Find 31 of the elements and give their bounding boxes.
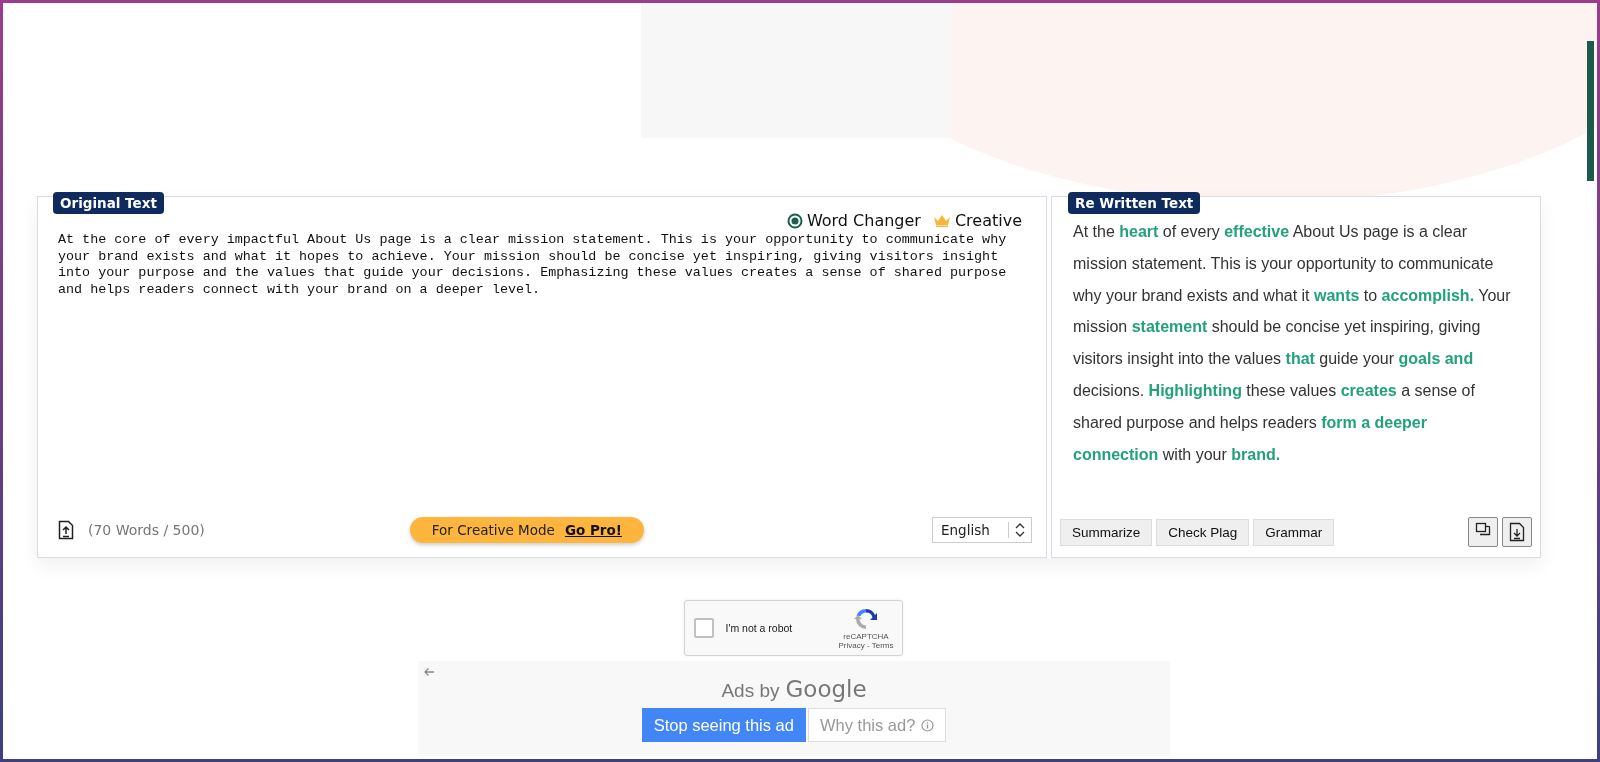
action-button[interactable]: Summarize (1060, 518, 1153, 546)
language-select[interactable]: English (932, 517, 1032, 543)
copy-button[interactable] (1468, 517, 1498, 547)
captcha-links[interactable]: Privacy - Terms (838, 641, 894, 650)
file-upload-icon[interactable] (58, 520, 74, 540)
info-icon (921, 718, 935, 732)
ads-by-label: Ads by (721, 680, 780, 702)
source-text[interactable]: At the core of every impactful About Us page is a clear mission statement. This is your opportunity to communicate why your brand exists and what it hopes to achieve. Your mission should be concise yet inspiring, giving visitors insight into your purpose and the values that guide your decisions. Emphasizing these values creates a sense of shared purpose and helps readers connect with your brand on a deeper level. (38, 230, 1046, 513)
recaptcha-logo-icon (853, 606, 879, 632)
panel-label: Original Text (53, 192, 164, 214)
download-button[interactable] (1502, 517, 1532, 547)
mode-option[interactable]: Word Changer (786, 211, 921, 230)
captcha-label: I'm not a robot (725, 622, 794, 634)
promo-text: For Creative Mode (431, 522, 555, 538)
mode-option[interactable]: Creative (932, 211, 1022, 230)
ad-network-logo: Google (785, 676, 867, 702)
rewritten-text: At the heart of every effective About Us page is a clear mission statement. This is your opportunity to communicate why your brand exists and what it wants to accomplish. Your mission statement should be concise yet inspiring, giving visitors insight into the values that guide your goals and decisions. Highlighting these values creates a sense of shared purpose and helps readers form a deeper connection with your brand. (1073, 222, 1512, 465)
back-arrow-icon[interactable] (423, 667, 435, 677)
stop-ad-button[interactable]: Stop seeing this ad (641, 708, 806, 742)
action-button[interactable]: Check Plag (1156, 518, 1250, 546)
panel-label: Re Written Text (1068, 192, 1201, 214)
download-file-icon (1509, 522, 1525, 542)
scrollbar-thumb[interactable] (1587, 41, 1594, 181)
captcha-checkbox[interactable] (693, 618, 714, 638)
radio-icon (786, 212, 803, 229)
word-count: (70 Words / 500) (88, 522, 205, 538)
crown-icon (932, 214, 951, 227)
captcha-brand: reCAPTCHA (843, 632, 889, 641)
go-pro-link[interactable]: Go Pro! (564, 522, 622, 538)
copy-icon (1475, 522, 1491, 538)
action-button[interactable]: Grammar (1253, 518, 1335, 546)
